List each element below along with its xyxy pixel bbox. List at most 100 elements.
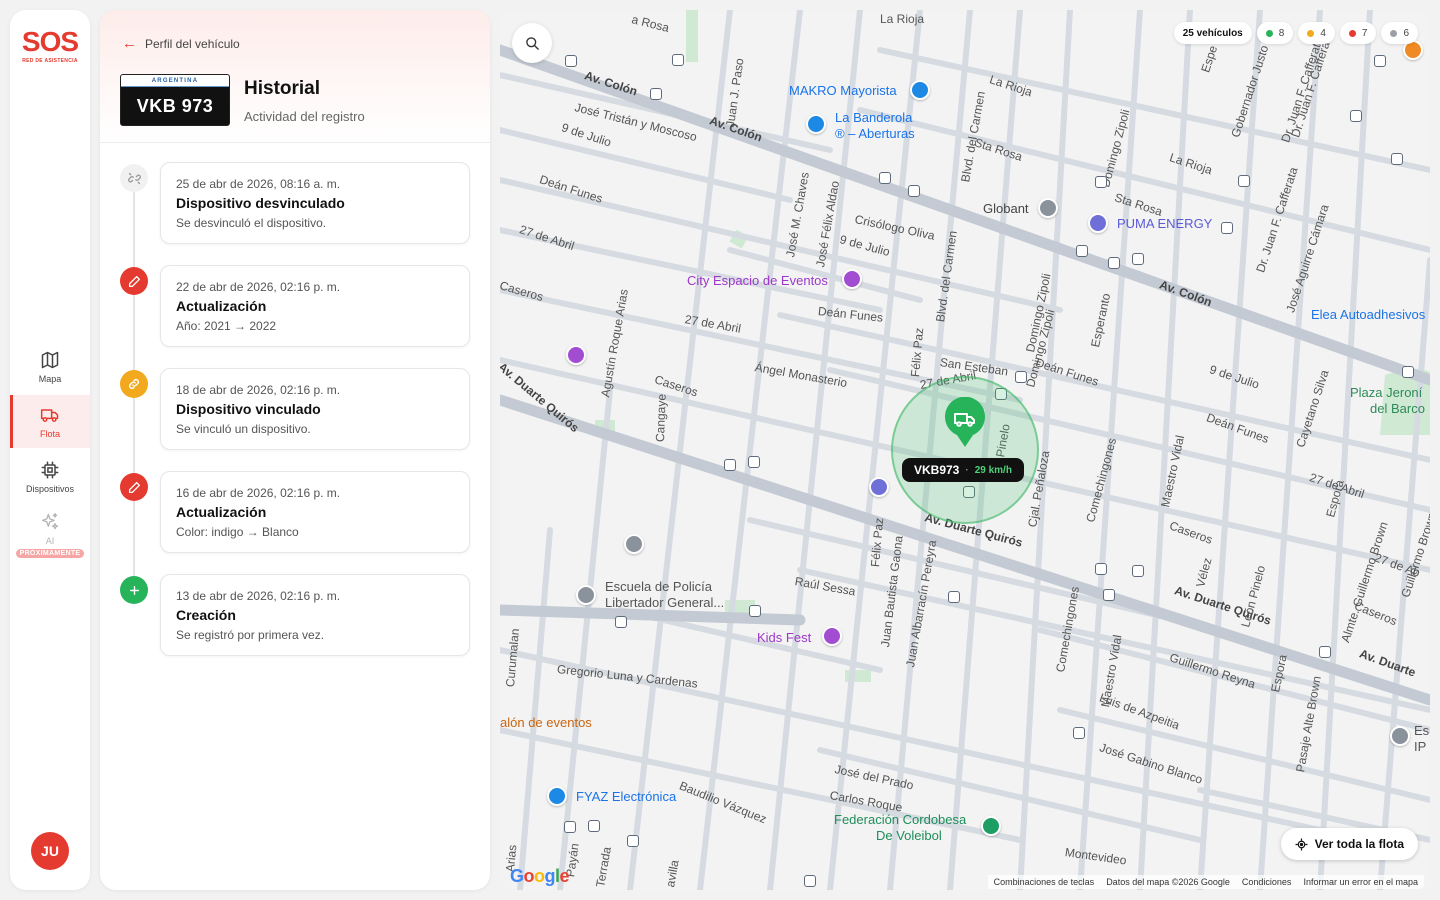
map-icon [41,351,59,368]
poi-label[interactable]: MAKRO Mayorista [789,83,897,98]
poi-label[interactable]: City Espacio de Eventos [687,273,828,288]
side-rail: SOS RED DE ASISTENCIA Mapa Flota Disposi… [10,10,90,890]
poi-label[interactable]: Escuela de Policía [605,579,712,594]
bus-stop-icon[interactable] [1402,366,1414,378]
bus-stop-icon[interactable] [564,821,576,833]
status-chip-green[interactable]: 8 [1256,22,1294,44]
bus-stop-icon[interactable] [879,172,891,184]
chip-icon [41,461,59,478]
event-card[interactable]: 22 de abr de 2026, 02:16 p. m. Actualiza… [160,265,470,347]
event-venue-icon[interactable] [566,345,586,365]
poi-label[interactable]: Kids Fest [757,630,811,645]
school-icon[interactable] [624,534,644,554]
attribution-link[interactable]: Informar un error en el mapa [1303,877,1418,887]
bus-stop-icon[interactable] [672,54,684,66]
status-chip-red[interactable]: 7 [1339,22,1377,44]
nav-item-devices[interactable]: Dispositivos [10,450,90,503]
poi-label[interactable]: Libertador General... [605,595,724,610]
map-search-button[interactable] [512,23,552,63]
nav-item-fleet[interactable]: Flota [10,395,90,448]
sos-logo[interactable]: SOS RED DE ASISTENCIA [20,28,80,65]
bus-stop-icon[interactable] [627,835,639,847]
cart-icon[interactable] [910,80,930,100]
bus-stop-icon[interactable] [1015,371,1027,383]
plate-number: VKB 973 [136,96,214,116]
bus-stop-icon[interactable] [908,185,920,197]
bus-stop-icon[interactable] [948,591,960,603]
bus-stop-icon[interactable] [1221,222,1233,234]
status-dot [1348,29,1356,37]
shopping-bag-icon[interactable] [547,786,567,806]
poi-label[interactable]: ® – Aberturas [835,126,915,141]
attribution-link[interactable]: Condiciones [1242,877,1292,887]
bus-stop-icon[interactable] [1103,589,1115,601]
bus-stop-icon[interactable] [1132,253,1144,265]
poi-label[interactable]: del Barco [1370,401,1425,416]
poi-label[interactable]: Globant [983,201,1029,216]
event-description: Año: 2021 → 2022 [176,319,277,333]
status-chip-yellow[interactable]: 4 [1298,22,1335,44]
bus-stop-icon[interactable] [724,459,736,471]
bus-stop-icon[interactable] [1095,176,1107,188]
event-venue-icon[interactable] [842,269,862,289]
bus-stop-icon[interactable] [804,875,816,887]
event-card[interactable]: 13 de abr de 2026, 02:16 p. m. Creación … [160,574,470,656]
view-fleet-button[interactable]: Ver toda la flota [1280,828,1418,860]
event-card[interactable]: 16 de abr de 2026, 02:16 p. m. Actualiza… [160,471,470,553]
total-vehicles-chip[interactable]: 25 vehículos [1173,22,1252,44]
fuel-icon[interactable] [869,477,889,497]
school-icon[interactable] [1390,726,1410,746]
event-venue-icon[interactable] [822,626,842,646]
bus-stop-icon[interactable] [1391,153,1403,165]
status-count: 4 [1320,27,1326,39]
shopping-bag-icon[interactable] [806,114,826,134]
bus-stop-icon[interactable] [1095,563,1107,575]
event-card[interactable]: 18 de abr de 2026, 02:16 p. m. Dispositi… [160,368,470,450]
poi-label[interactable]: Es [1414,723,1429,738]
user-avatar[interactable]: JU [31,832,69,870]
status-count: 7 [1361,27,1368,39]
bus-stop-icon[interactable] [1350,110,1362,122]
bus-stop-icon[interactable] [748,456,760,468]
poi-label[interactable]: Elea Autoadhesivos [1311,307,1425,322]
poi-label[interactable]: Plaza Jeroní [1350,385,1422,400]
bus-stop-icon[interactable] [1076,245,1088,257]
coming-soon-badge: PRÓXIMAMENTE [15,549,85,558]
fleet-map[interactable]: Av. Colón Av. Colón Av. Colón José Trist… [500,10,1430,890]
poi-label[interactable]: Federación Cordobesa [834,812,966,827]
poi-label[interactable]: FYAZ Electrónica [576,789,676,804]
bus-stop-icon[interactable] [1238,175,1250,187]
status-chip-gray[interactable]: 6 [1381,22,1418,44]
bus-stop-icon[interactable] [615,616,627,628]
bus-stop-icon[interactable] [1132,565,1144,577]
bus-stop-icon[interactable] [1108,257,1120,269]
school-icon[interactable] [576,585,596,605]
poi-label[interactable]: De Voleibol [876,828,942,843]
plus-icon [120,576,148,604]
poi-label[interactable]: La Banderola [835,110,912,125]
bus-stop-icon[interactable] [565,55,577,67]
bus-stop-icon[interactable] [650,88,662,100]
event-date: 13 de abr de 2026, 02:16 p. m. [176,589,341,603]
vehicle-plate: VKB973 [914,463,960,477]
bus-stop-icon[interactable] [1374,55,1386,67]
vehicle-label[interactable]: VKB973 · 29 km/h [902,458,1024,482]
back-link[interactable]: ← Perfil del vehículo [122,36,240,51]
fuel-icon[interactable] [1088,213,1108,233]
event-date: 22 de abr de 2026, 02:16 p. m. [176,280,341,294]
sports-icon[interactable] [981,816,1001,836]
timeline-item: 16 de abr de 2026, 02:16 p. m. Actualiza… [100,471,490,574]
event-description: Color: indigo → Blanco [176,525,299,539]
poi-label[interactable]: PUMA ENERGY [1117,216,1212,231]
nav-item-map[interactable]: Mapa [10,340,90,393]
bus-stop-icon[interactable] [588,820,600,832]
bus-stop-icon[interactable] [1073,727,1085,739]
poi-label[interactable]: IP [1414,739,1426,754]
place-icon[interactable] [1038,198,1058,218]
bus-stop-icon[interactable] [1319,646,1331,658]
vehicle-marker-icon[interactable] [942,397,988,449]
event-card[interactable]: 25 de abr de 2026, 08:16 a. m. Dispositi… [160,162,470,244]
poi-label[interactable]: alón de eventos [500,715,592,730]
attribution-link[interactable]: Combinaciones de teclas [994,877,1095,887]
bus-stop-icon[interactable] [749,605,761,617]
